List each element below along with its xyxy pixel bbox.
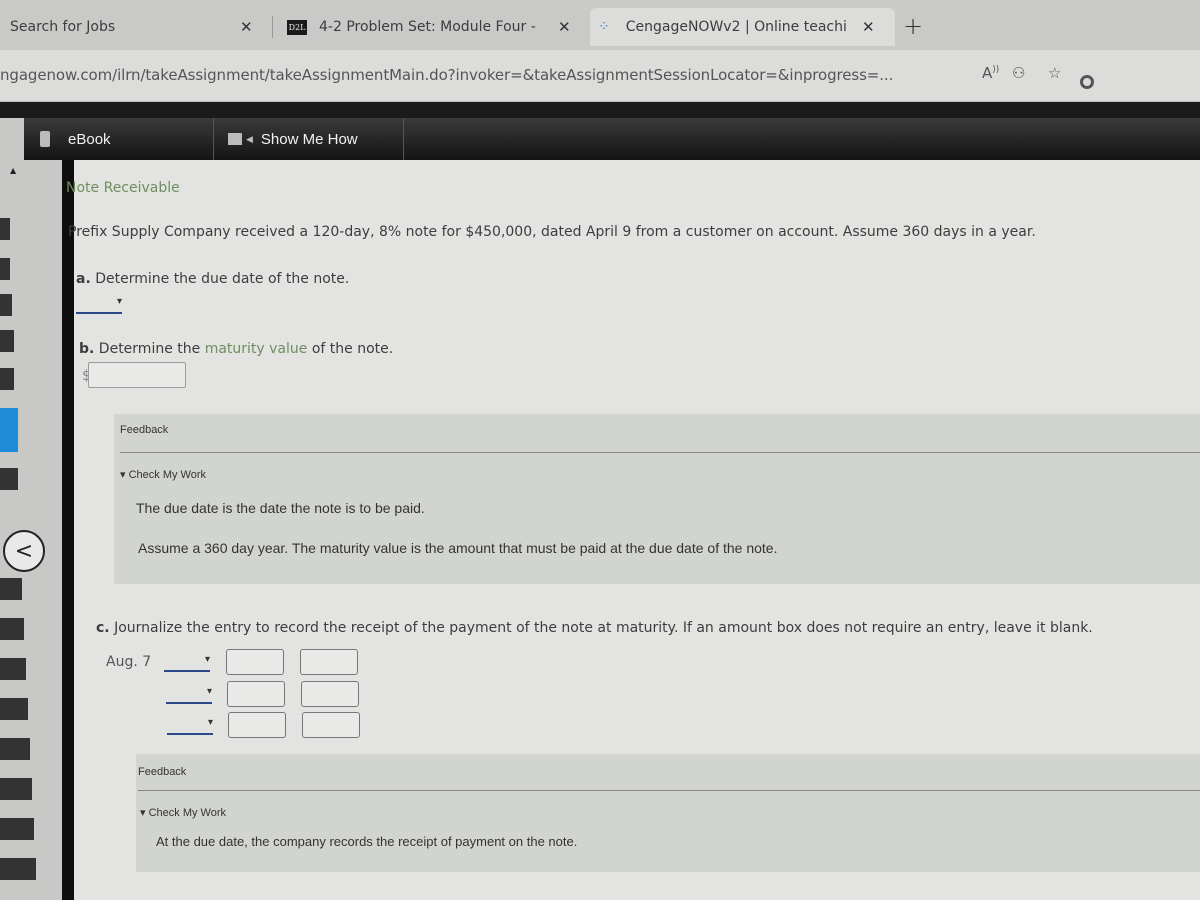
panel-row <box>0 218 10 240</box>
triangle-down-icon: ▾ <box>120 469 126 481</box>
feedback-line: At the due date, the company records the… <box>156 834 578 849</box>
show-me-how-button[interactable]: ◀ Show Me How <box>214 118 404 160</box>
check-my-work-toggle[interactable]: ▾ Check My Work <box>120 468 206 481</box>
triangle-down-icon: ▾ <box>140 807 146 819</box>
check-my-work-label: Check My Work <box>128 469 207 481</box>
feedback-divider <box>120 452 1200 453</box>
ebook-label: eBook <box>68 130 111 148</box>
part-c-prefix: c. <box>96 620 110 636</box>
panel-row <box>0 330 14 352</box>
panel-row <box>0 818 34 840</box>
tab-divider <box>272 16 273 38</box>
add-favorite-icon[interactable]: ☆ <box>1048 64 1061 82</box>
check-my-work-label: Check My Work <box>148 807 227 819</box>
due-date-dropdown[interactable] <box>76 294 122 314</box>
account-dropdown-2[interactable] <box>166 684 212 704</box>
panel-row <box>0 468 18 490</box>
extension-icon[interactable] <box>1080 75 1094 89</box>
panel-row <box>0 368 14 390</box>
account-dropdown-3[interactable] <box>167 715 213 735</box>
debit-input-2[interactable] <box>227 681 285 707</box>
credit-input-1[interactable] <box>300 649 358 675</box>
panel-row-selected <box>0 408 18 452</box>
address-bar: ngagenow.com/ilrn/takeAssignment/takeAss… <box>0 50 1200 102</box>
part-b-text-before: Determine the <box>98 341 201 357</box>
back-arrow-button[interactable]: < <box>3 530 45 572</box>
scroll-up-icon[interactable]: ▲ <box>10 166 16 175</box>
panel-row <box>0 738 30 760</box>
debit-input-3[interactable] <box>228 712 286 738</box>
panel-row <box>0 618 24 640</box>
problem-content: Note Receivable Prefix Supply Company re… <box>66 160 1200 900</box>
tab-label: Search for Jobs <box>10 19 116 35</box>
video-icon <box>228 133 242 145</box>
show-me-how-label: Show Me How <box>260 130 358 148</box>
part-a-prefix: a. <box>76 271 91 287</box>
panel-row <box>0 258 10 280</box>
maturity-value-input[interactable] <box>88 362 186 388</box>
part-c-question: c. Journalize the entry to record the re… <box>96 620 1093 636</box>
feedback-line: The due date is the date the note is to … <box>136 500 425 516</box>
feedback-divider <box>138 790 1200 791</box>
book-icon <box>40 131 50 147</box>
window-frame <box>0 102 1200 118</box>
panel-row <box>0 698 28 720</box>
read-aloud-icon[interactable]: A)) <box>982 64 999 82</box>
feedback-title: Feedback <box>138 766 187 778</box>
chevron-left-icon: < <box>14 538 34 564</box>
feedback-panel: Feedback ▾ Check My Work At the due date… <box>136 754 1200 872</box>
credit-input-2[interactable] <box>301 681 359 707</box>
part-a-text: Determine the due date of the note. <box>95 271 350 287</box>
part-a-question: a. Determine the due date of the note. <box>76 271 349 287</box>
part-b-text-after: of the note. <box>311 341 394 357</box>
check-my-work-toggle[interactable]: ▾ Check My Work <box>140 806 226 819</box>
problem-statement: Prefix Supply Company received a 120-day… <box>68 224 1036 240</box>
tab-cengagenow[interactable]: ⁘ CengageNOWv2 | Online teachi ✕ <box>590 8 895 46</box>
assignment-toolbar: eBook ◀ Show Me How <box>24 118 1200 160</box>
url-field[interactable]: ngagenow.com/ilrn/takeAssignment/takeAss… <box>0 66 893 84</box>
browser-tab-bar: Search for Jobs ✕ D2L 4-2 Problem Set: M… <box>0 0 1200 50</box>
loading-spinner-icon: ⁘ <box>598 19 610 35</box>
journal-date-label: Aug. 7 <box>106 654 152 670</box>
account-dropdown-1[interactable] <box>164 652 210 672</box>
part-b-prefix: b. <box>79 341 95 357</box>
panel-row <box>0 778 32 800</box>
close-tab-icon[interactable]: ✕ <box>558 18 571 36</box>
ebook-button[interactable]: eBook <box>24 118 214 160</box>
close-tab-icon[interactable]: ✕ <box>240 18 253 36</box>
feedback-line: Assume a 360 day year. The maturity valu… <box>138 540 778 556</box>
new-tab-button[interactable]: + <box>903 12 923 40</box>
problem-title: Note Receivable <box>66 180 180 196</box>
tab-problem-set[interactable]: D2L 4-2 Problem Set: Module Four - ✕ <box>275 8 585 46</box>
feedback-panel: Feedback ▾ Check My Work The due date is… <box>114 414 1200 584</box>
tab-label: 4-2 Problem Set: Module Four - <box>319 19 536 35</box>
video-speaker-icon: ◀ <box>246 133 253 144</box>
panel-row <box>0 578 22 600</box>
tab-search-for-jobs[interactable]: Search for Jobs ✕ <box>0 8 270 46</box>
part-c-text: Journalize the entry to record the recei… <box>114 620 1093 636</box>
profile-icon[interactable]: ⚇ <box>1012 64 1025 82</box>
close-tab-icon[interactable]: ✕ <box>862 18 875 36</box>
part-b-question: b. Determine the maturity value of the n… <box>79 341 393 357</box>
panel-row <box>0 858 36 880</box>
panel-row <box>0 294 12 316</box>
d2l-favicon-icon: D2L <box>287 19 307 35</box>
tab-label: CengageNOWv2 | Online teachi <box>625 19 847 35</box>
credit-input-3[interactable] <box>302 712 360 738</box>
feedback-title: Feedback <box>120 424 169 436</box>
panel-row <box>0 658 26 680</box>
debit-input-1[interactable] <box>226 649 284 675</box>
maturity-value-link[interactable]: maturity value <box>205 341 308 357</box>
